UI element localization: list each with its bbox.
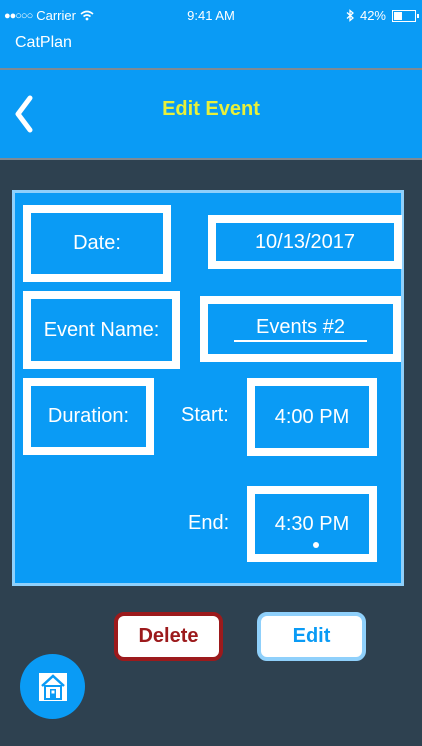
battery-percent: 42% [359, 8, 386, 23]
app-bar: CatPlan [0, 30, 422, 70]
bluetooth-icon [346, 9, 354, 22]
date-field[interactable]: 10/13/2017 [208, 215, 402, 269]
event-name-value: Events #2 [234, 316, 367, 342]
date-label-box: Date: [23, 205, 171, 282]
nav-bar: Edit Event [0, 70, 422, 160]
end-label: End: [188, 512, 230, 534]
event-name-label-box: Event Name: [23, 291, 180, 369]
date-label: Date: [73, 232, 121, 254]
status-right: 42% [346, 8, 419, 23]
app-title: CatPlan [15, 34, 72, 51]
end-time-value: 4:30 PM [274, 512, 350, 535]
start-time-field[interactable]: 4:00 PM [247, 378, 377, 456]
start-label: Start: [181, 404, 229, 426]
page-title: Edit Event [162, 98, 260, 120]
edit-button[interactable]: Edit [257, 612, 366, 661]
home-icon [38, 672, 67, 701]
delete-button[interactable]: Delete [114, 612, 223, 661]
text-cursor-dot [313, 542, 319, 548]
duration-label-box: Duration: [23, 378, 154, 455]
start-time-value: 4:00 PM [274, 405, 350, 428]
event-name-label: Event Name: [43, 318, 160, 341]
home-button[interactable] [20, 654, 85, 719]
battery-icon [392, 9, 419, 22]
event-form-panel: Date: 10/13/2017 Event Name: Events #2 D… [12, 190, 404, 586]
date-value: 10/13/2017 [254, 230, 356, 253]
status-bar: ●●○○○ Carrier 9:41 AM 42% [0, 0, 422, 30]
end-time-field[interactable]: 4:30 PM [247, 486, 377, 562]
duration-label: Duration: [47, 405, 130, 427]
event-name-field[interactable]: Events #2 [200, 296, 401, 362]
